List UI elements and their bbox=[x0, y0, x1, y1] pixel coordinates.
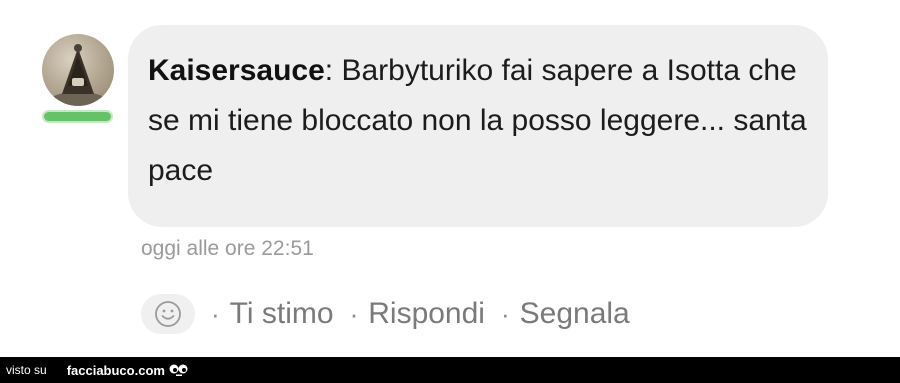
comment-timestamp: oggi alle ore 22:51 bbox=[141, 237, 314, 260]
comment-actions: · Ti stimo · Rispondi · Segnala bbox=[141, 293, 630, 335]
comment-text: Kaisersauce: Barbyturiko fai sapere a Is… bbox=[148, 46, 808, 196]
eyes-icon bbox=[169, 363, 189, 377]
action-separator: · bbox=[500, 298, 510, 329]
footer-brand[interactable]: facciabuco.com bbox=[67, 363, 165, 378]
reply-link[interactable]: Rispondi bbox=[368, 297, 485, 331]
watermark-footer: visto su facciabuco.com bbox=[0, 357, 900, 383]
avatar[interactable] bbox=[42, 34, 114, 106]
footer-prefix: visto su bbox=[6, 363, 47, 377]
smiley-icon bbox=[155, 301, 181, 327]
like-link[interactable]: Ti stimo bbox=[230, 297, 334, 331]
action-separator: · bbox=[349, 298, 359, 329]
comment-author[interactable]: Kaisersauce bbox=[148, 54, 325, 87]
author-separator: : bbox=[324, 54, 334, 87]
report-link[interactable]: Segnala bbox=[520, 297, 630, 331]
reaction-button[interactable] bbox=[141, 294, 195, 334]
avatar-photo-icon bbox=[48, 44, 108, 106]
online-status-indicator bbox=[44, 112, 111, 121]
action-separator: · bbox=[211, 298, 220, 329]
